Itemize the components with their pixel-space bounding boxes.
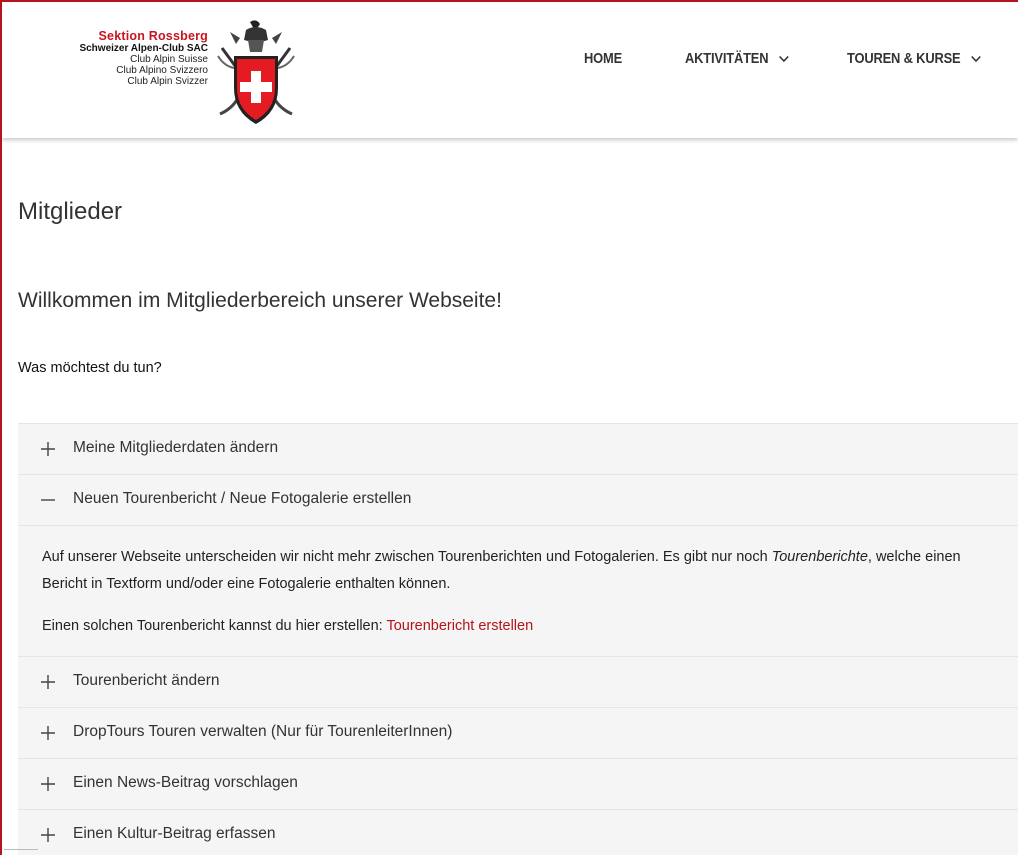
welcome-heading: Willkommen im Mitgliederbereich unserer … bbox=[18, 289, 502, 312]
plus-icon bbox=[41, 777, 55, 791]
logo-line-fr: Club Alpin Suisse bbox=[130, 54, 208, 65]
accordion-toggle-tourenbericht-erstellen[interactable]: Neuen Tourenbericht / Neue Fotogalerie e… bbox=[18, 475, 1018, 525]
panel-text: Einen solchen Tourenbericht kannst du hi… bbox=[42, 618, 387, 634]
accordion-item: Einen Kultur-Beitrag erfassen bbox=[18, 810, 1018, 855]
accordion-label: DropTours Touren verwalten (Nur für Tour… bbox=[73, 723, 453, 740]
logo-section-name: Sektion Rossberg bbox=[98, 29, 208, 43]
logo-club-sac: Schweizer Alpen-Club SAC bbox=[79, 43, 208, 54]
plus-icon bbox=[41, 726, 55, 740]
panel-emphasis: Tourenberichte bbox=[771, 549, 868, 565]
nav-home-label: HOME bbox=[584, 50, 623, 67]
accordion-label: Einen Kultur-Beitrag erfassen bbox=[73, 825, 276, 842]
accordion-label: Neuen Tourenbericht / Neue Fotogalerie e… bbox=[73, 490, 412, 507]
sac-emblem-icon[interactable] bbox=[210, 18, 302, 130]
logo-line-it: Club Alpino Svizzero bbox=[116, 65, 208, 76]
nav-touren-kurse[interactable]: TOUREN & KURSE bbox=[847, 50, 981, 67]
accordion-item: Neuen Tourenbericht / Neue Fotogalerie e… bbox=[18, 475, 1018, 657]
scrollbar-stub bbox=[4, 849, 38, 850]
accordion-toggle-mitgliederdaten[interactable]: Meine Mitgliederdaten ändern bbox=[18, 424, 1018, 474]
nav-aktivitaeten[interactable]: AKTIVITÄTEN bbox=[685, 50, 789, 67]
accordion-toggle-droptours[interactable]: DropTours Touren verwalten (Nur für Tour… bbox=[18, 708, 1018, 758]
member-actions-accordion: Meine Mitgliederdaten ändern Neuen Toure… bbox=[18, 423, 1018, 855]
nav-touren-kurse-label: TOUREN & KURSE bbox=[847, 50, 961, 67]
accordion-panel: Auf unserer Webseite unterscheiden wir n… bbox=[18, 525, 1018, 656]
page-frame: Sektion Rossberg Schweizer Alpen-Club SA… bbox=[0, 0, 1018, 855]
accordion-label: Einen News-Beitrag vorschlagen bbox=[73, 774, 298, 791]
site-logo-text[interactable]: Sektion Rossberg Schweizer Alpen-Club SA… bbox=[32, 29, 208, 88]
accordion-label: Meine Mitgliederdaten ändern bbox=[73, 439, 279, 456]
accordion-toggle-news-beitrag[interactable]: Einen News-Beitrag vorschlagen bbox=[18, 759, 1018, 809]
plus-icon bbox=[41, 675, 55, 689]
panel-paragraph-2: Einen solchen Tourenbericht kannst du hi… bbox=[42, 613, 1004, 640]
nav-aktivitaeten-label: AKTIVITÄTEN bbox=[685, 50, 769, 67]
accordion-item: Einen News-Beitrag vorschlagen bbox=[18, 759, 1018, 810]
panel-paragraph-1: Auf unserer Webseite unterscheiden wir n… bbox=[42, 544, 1004, 598]
accordion-item: Tourenbericht ändern bbox=[18, 657, 1018, 708]
accordion-toggle-kultur-beitrag[interactable]: Einen Kultur-Beitrag erfassen bbox=[18, 810, 1018, 855]
accordion-item: Meine Mitgliederdaten ändern bbox=[18, 424, 1018, 475]
accordion-toggle-tourenbericht-aendern[interactable]: Tourenbericht ändern bbox=[18, 657, 1018, 707]
site-header: Sektion Rossberg Schweizer Alpen-Club SA… bbox=[2, 2, 1018, 138]
accordion-item: DropTours Touren verwalten (Nur für Tour… bbox=[18, 708, 1018, 759]
panel-text: Auf unserer Webseite unterscheiden wir n… bbox=[42, 549, 772, 565]
chevron-down-icon bbox=[779, 55, 789, 63]
minus-icon bbox=[41, 499, 55, 501]
logo-line-rm: Club Alpin Svizzer bbox=[127, 76, 208, 87]
page-title: Mitglieder bbox=[18, 198, 123, 225]
chevron-down-icon bbox=[971, 55, 981, 63]
question-text: Was möchtest du tun? bbox=[18, 360, 162, 376]
nav-home[interactable]: HOME bbox=[584, 50, 622, 67]
accordion-label: Tourenbericht ändern bbox=[73, 672, 220, 689]
plus-icon bbox=[41, 442, 55, 456]
tourenbericht-erstellen-link[interactable]: Tourenbericht erstellen bbox=[386, 618, 533, 634]
plus-icon bbox=[41, 828, 55, 842]
